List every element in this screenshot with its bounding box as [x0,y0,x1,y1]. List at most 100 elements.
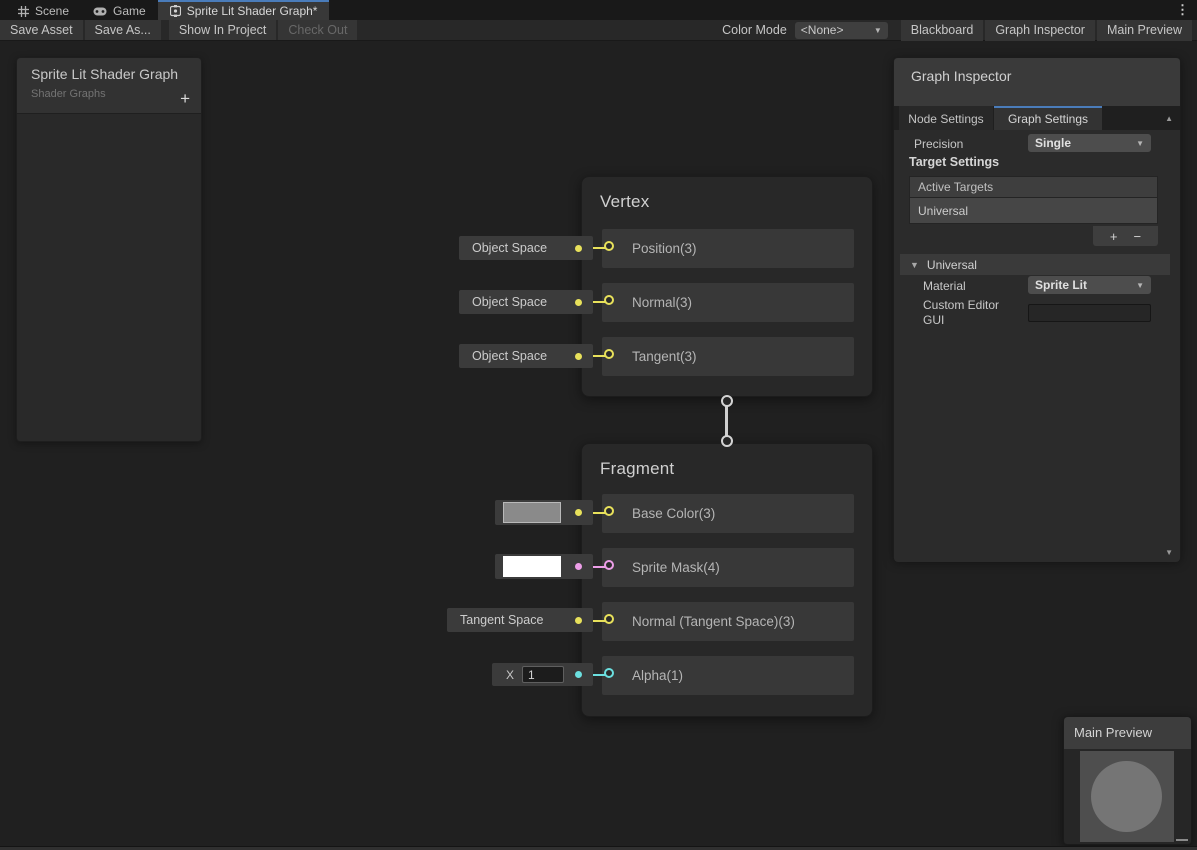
show-in-project-button[interactable]: Show In Project [169,20,277,40]
save-asset-button[interactable]: Save Asset [0,20,83,40]
color-mode-value: <None> [801,23,844,37]
precision-dropdown[interactable]: Single ▼ [1028,134,1151,152]
main-preview-toggle-button[interactable]: Main Preview [1097,20,1192,41]
active-targets-list: Active Targets Universal [909,176,1158,224]
precision-label: Precision [914,137,963,151]
graph-inspector-panel: Graph Inspector Node Settings Graph Sett… [893,57,1181,561]
fragment-row-sprite-mask: Sprite Mask(4) [602,548,854,587]
scroll-up-icon[interactable]: ▲ [1165,114,1173,123]
custom-editor-gui-input[interactable] [1028,304,1151,322]
port-position-input[interactable] [604,241,614,251]
toolbar-right-group: Color Mode <None> ▼ Blackboard Graph Ins… [722,20,1197,40]
base-color-swatch[interactable] [503,502,561,523]
port-label: Alpha(1) [602,668,683,683]
port-stub-dot [575,617,582,624]
fragment-row-normal-ts: Normal (Tangent Space)(3) [602,602,854,641]
graph-inspector-header[interactable]: Graph Inspector [894,58,1180,106]
precision-value: Single [1035,136,1071,150]
position-space-value: Object Space [459,241,547,255]
tab-graph-settings[interactable]: Graph Settings [994,106,1102,130]
preview-sprite-circle [1091,761,1162,832]
vertex-node-title: Vertex [600,192,872,212]
alpha-x-label: X [506,668,514,682]
color-mode-dropdown[interactable]: <None> ▼ [795,22,888,39]
main-preview-body [1064,749,1191,844]
port-normal-input[interactable] [604,295,614,305]
tangent-space-dropdown[interactable]: Object Space [459,344,593,368]
vertex-out-handle[interactable] [721,395,733,407]
fragment-in-handle[interactable] [721,435,733,447]
port-tangent-input[interactable] [604,349,614,359]
tab-shader-graph-label: Sprite Lit Shader Graph* [187,4,318,18]
port-stub-dot [575,563,582,570]
normal-ts-space-value: Tangent Space [447,613,543,627]
graph-settings-content: Precision Single ▼ Target Settings Activ… [894,130,1180,562]
tangent-space-value: Object Space [459,349,547,363]
main-preview-header[interactable]: Main Preview [1064,717,1191,749]
main-preview-window: Main Preview [1063,716,1192,845]
port-label: Sprite Mask(4) [602,560,720,575]
port-normal-ts-input[interactable] [604,614,614,624]
tab-game[interactable]: Game [81,0,158,20]
base-color-field[interactable] [495,500,593,525]
color-mode-label: Color Mode [722,23,787,37]
unity-shader-graph-window: Scene Game Sprite Lit Shader Graph* ⋮ Sa… [0,0,1197,850]
save-as-button[interactable]: Save As... [85,20,161,40]
port-label: Base Color(3) [602,506,715,521]
chevron-down-icon: ▼ [1136,139,1144,148]
blackboard-toggle-button[interactable]: Blackboard [901,20,984,41]
blackboard-subtitle: Shader Graphs [17,82,201,100]
universal-foldout-label: Universal [927,258,977,272]
gamepad-icon [93,7,107,16]
port-label: Normal(3) [602,295,692,310]
alpha-value-input[interactable] [522,666,564,683]
port-stub-dot [575,299,582,306]
check-out-button: Check Out [278,20,357,40]
normal-ts-space-dropdown[interactable]: Tangent Space [447,608,593,632]
tab-game-label: Game [113,4,146,18]
graph-inspector-title: Graph Inspector [894,58,1180,84]
vertex-row-tangent: Tangent(3) [602,337,854,376]
kebab-menu-icon[interactable]: ⋮ [1176,0,1189,20]
resize-handle[interactable] [1176,839,1188,841]
target-settings-header: Target Settings [909,155,999,169]
sprite-mask-field[interactable] [495,554,593,579]
material-dropdown[interactable]: Sprite Lit ▼ [1028,276,1151,294]
normal-space-dropdown[interactable]: Object Space [459,290,593,314]
chevron-down-icon: ▼ [1136,281,1144,290]
vertex-row-position: Position(3) [602,229,854,268]
active-targets-header: Active Targets [909,176,1158,198]
chevron-down-icon: ▼ [874,26,882,35]
port-label: Position(3) [602,241,697,256]
custom-editor-gui-label: Custom Editor GUI [923,298,1023,328]
scroll-down-icon[interactable]: ▼ [1165,548,1173,557]
fragment-row-alpha: Alpha(1) [602,656,854,695]
tab-scene[interactable]: Scene [6,0,81,20]
graph-inspector-toggle-button[interactable]: Graph Inspector [985,20,1095,41]
vertex-node[interactable]: Vertex Position(3) Normal(3) Tangent(3) [581,176,873,397]
port-base-color-input[interactable] [604,506,614,516]
material-label: Material [923,279,966,293]
scene-grid-icon [18,6,29,17]
foldout-triangle-icon: ▼ [910,260,919,270]
alpha-field: X [492,663,593,686]
add-target-button[interactable]: + [1110,230,1118,243]
active-targets-buttons: + − [1093,226,1158,246]
port-label: Normal (Tangent Space)(3) [602,614,795,629]
port-sprite-mask-input[interactable] [604,560,614,570]
remove-target-button[interactable]: − [1134,230,1142,243]
port-alpha-input[interactable] [604,668,614,678]
blackboard-header[interactable]: Sprite Lit Shader Graph Shader Graphs + [17,58,201,114]
universal-foldout[interactable]: ▼ Universal [900,254,1170,275]
add-property-button[interactable]: + [180,90,190,107]
fragment-node[interactable]: Fragment Base Color(3) Sprite Mask(4) No… [581,443,873,717]
shadergraph-icon [170,5,181,17]
sprite-mask-swatch[interactable] [503,556,561,577]
fragment-node-title: Fragment [600,459,872,479]
tab-node-settings[interactable]: Node Settings [899,106,993,130]
position-space-dropdown[interactable]: Object Space [459,236,593,260]
blackboard-panel: Sprite Lit Shader Graph Shader Graphs + [16,57,202,442]
active-target-item-universal[interactable]: Universal [909,198,1158,224]
fragment-row-base-color: Base Color(3) [602,494,854,533]
tab-shader-graph[interactable]: Sprite Lit Shader Graph* [158,0,330,20]
